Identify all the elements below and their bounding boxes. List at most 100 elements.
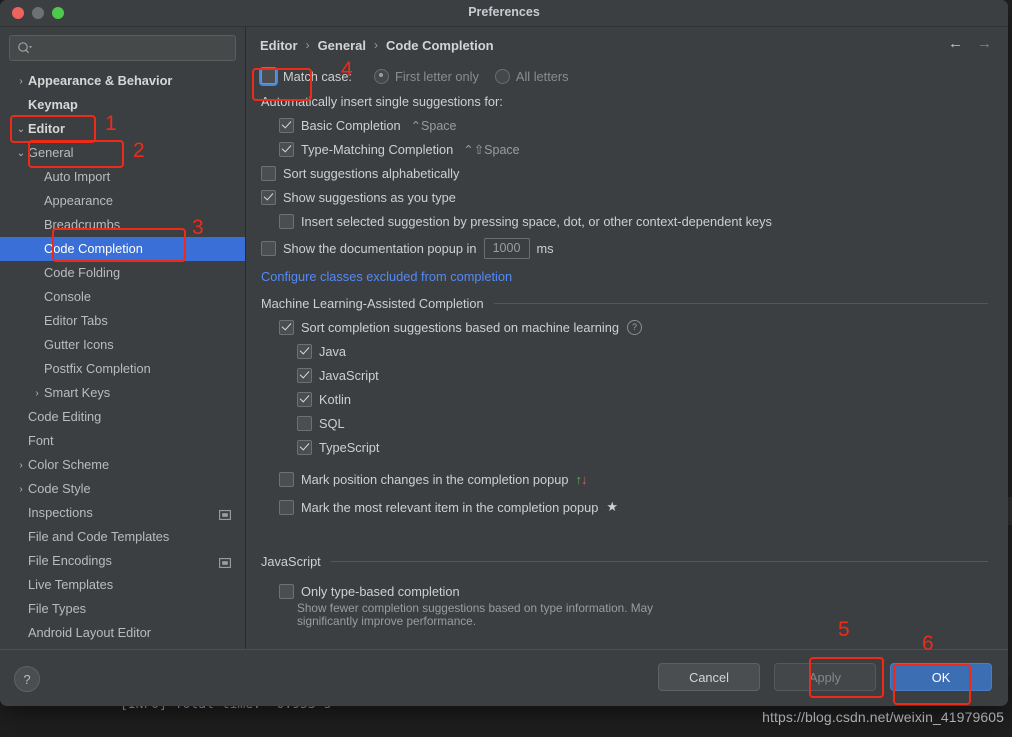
- sidebar-item-postfix-completion[interactable]: Postfix Completion: [0, 357, 245, 381]
- sidebar-item-smart-keys[interactable]: › Smart Keys: [0, 381, 245, 405]
- doc-popup-row[interactable]: Show the documentation popup in 1000 ms: [258, 233, 992, 263]
- first-letter-radio-group[interactable]: First letter only: [374, 68, 479, 84]
- ml-language-row-javascript[interactable]: JavaScript: [258, 363, 992, 387]
- sidebar-item-code-completion[interactable]: Code Completion: [0, 237, 245, 261]
- chevron-right-icon[interactable]: ›: [30, 388, 44, 399]
- sidebar-item-file-types[interactable]: File Types: [0, 597, 245, 621]
- sidebar-item-color-scheme[interactable]: › Color Scheme: [0, 453, 245, 477]
- sidebar-item-appearance[interactable]: Appearance: [0, 189, 245, 213]
- search-input[interactable]: [9, 35, 236, 61]
- sidebar-item-label: File Types: [28, 600, 87, 616]
- breadcrumb-general[interactable]: General: [318, 38, 366, 53]
- mark-position-checkbox[interactable]: [279, 471, 294, 487]
- configure-excluded-classes-link[interactable]: Configure classes excluded from completi…: [261, 269, 512, 284]
- search-icon: [18, 42, 32, 54]
- sidebar-item-editor-tabs[interactable]: Editor Tabs: [0, 309, 245, 333]
- match-case-row[interactable]: Match case: First letter only All letter…: [258, 63, 992, 89]
- ml-language-checkbox-javascript[interactable]: [297, 367, 312, 383]
- help-button[interactable]: ?: [14, 666, 40, 692]
- sidebar-item-live-templates[interactable]: Live Templates: [0, 573, 245, 597]
- sidebar-item-label: File Encodings: [28, 552, 112, 568]
- sort-alphabetically-checkbox[interactable]: [261, 165, 276, 181]
- ml-language-row-typescript[interactable]: TypeScript: [258, 435, 992, 459]
- sidebar-item-label: Console: [44, 288, 91, 304]
- sidebar-item-label: Keymap: [28, 96, 78, 112]
- chevron-right-icon[interactable]: ›: [14, 460, 28, 471]
- match-case-label: Match case:: [283, 68, 352, 84]
- ml-language-row-sql[interactable]: SQL: [258, 411, 992, 435]
- sidebar-item-breadcrumbs[interactable]: Breadcrumbs: [0, 213, 245, 237]
- chevron-right-icon[interactable]: ›: [14, 76, 28, 87]
- down-arrow-icon: ↓: [580, 471, 588, 487]
- chevron-down-icon[interactable]: ⌄: [14, 148, 28, 159]
- watermark: https://blog.csdn.net/weixin_41979605: [762, 709, 1004, 725]
- type-matching-completion-checkbox[interactable]: [279, 141, 294, 157]
- forward-arrow-icon[interactable]: →: [977, 35, 992, 52]
- sidebar-item-android-layout-editor[interactable]: Android Layout Editor: [0, 621, 245, 645]
- mark-relevant-checkbox[interactable]: [279, 499, 294, 515]
- ml-language-checkbox-sql[interactable]: [297, 415, 312, 431]
- insert-selected-checkbox[interactable]: [279, 213, 294, 229]
- sidebar-item-label: General: [28, 144, 74, 160]
- sidebar-item-console[interactable]: Console: [0, 285, 245, 309]
- doc-popup-label-after: ms: [536, 240, 554, 256]
- first-letter-only-radio[interactable]: [374, 68, 389, 84]
- window-title: Preferences: [468, 5, 540, 19]
- basic-completion-checkbox[interactable]: [279, 117, 294, 133]
- breadcrumb-editor[interactable]: Editor: [260, 38, 298, 53]
- back-arrow-icon[interactable]: ←: [948, 35, 963, 52]
- chevron-down-icon[interactable]: ⌄: [14, 124, 28, 135]
- sidebar-item-code-folding[interactable]: Code Folding: [0, 261, 245, 285]
- sidebar-item-code-editing[interactable]: Code Editing: [0, 405, 245, 429]
- sidebar-item-label: Appearance & Behavior: [28, 72, 173, 88]
- ml-language-checkbox-kotlin[interactable]: [297, 391, 312, 407]
- sidebar-item-label: Auto Import: [44, 168, 111, 184]
- sidebar-item-inspections[interactable]: Inspections: [0, 501, 245, 525]
- ml-language-row-java[interactable]: Java: [258, 339, 992, 363]
- insert-selected-row[interactable]: Insert selected suggestion by pressing s…: [258, 209, 992, 233]
- all-letters-radio[interactable]: [494, 68, 510, 84]
- sort-alphabetically-row[interactable]: Sort suggestions alphabetically: [258, 161, 992, 185]
- show-as-you-type-checkbox[interactable]: [261, 189, 276, 205]
- sidebar-item-gutter-icons[interactable]: Gutter Icons: [0, 333, 245, 357]
- show-as-you-type-row[interactable]: Show suggestions as you type: [258, 185, 992, 209]
- match-case-checkbox[interactable]: [261, 68, 276, 84]
- ml-language-checkbox-java[interactable]: [297, 343, 312, 359]
- basic-completion-row[interactable]: Basic Completion ⌃Space: [258, 113, 992, 137]
- ml-section-divider: [493, 302, 988, 304]
- star-icon: ★: [606, 499, 618, 514]
- footer-buttons: Cancel Apply OK: [658, 663, 992, 691]
- ok-button[interactable]: OK: [890, 663, 992, 691]
- only-type-based-row[interactable]: Only type-based completion: [258, 579, 992, 603]
- exclude-link-row[interactable]: Configure classes excluded from completi…: [258, 263, 992, 289]
- sidebar-item-keymap[interactable]: Keymap: [0, 93, 245, 117]
- sort-ml-row[interactable]: Sort completion suggestions based on mac…: [258, 315, 992, 339]
- only-type-based-checkbox[interactable]: [279, 583, 294, 599]
- all-letters-radio-group[interactable]: All letters: [494, 68, 569, 84]
- js-section-header: JavaScript: [258, 549, 992, 573]
- mark-relevant-row[interactable]: Mark the most relevant item in the compl…: [258, 495, 992, 519]
- type-matching-completion-row[interactable]: Type-Matching Completion ⌃⇧Space: [258, 137, 992, 161]
- sidebar-item-font[interactable]: Font: [0, 429, 245, 453]
- settings-tree[interactable]: › Appearance & Behavior Keymap ⌄ Editor ⌄ Gene…: [0, 67, 245, 669]
- sidebar-item-file-encodings[interactable]: File Encodings: [0, 549, 245, 573]
- chevron-right-icon[interactable]: ›: [14, 484, 28, 495]
- ml-language-checkbox-typescript[interactable]: [297, 439, 312, 455]
- sidebar-item-code-style[interactable]: › Code Style: [0, 477, 245, 501]
- navigation-arrows[interactable]: ← →: [948, 35, 992, 52]
- ml-language-row-kotlin[interactable]: Kotlin: [258, 387, 992, 411]
- sidebar-item-general[interactable]: ⌄ General: [0, 141, 245, 165]
- sidebar-item-auto-import[interactable]: Auto Import: [0, 165, 245, 189]
- sidebar-item-label: Editor: [28, 120, 65, 136]
- doc-popup-delay-input[interactable]: 1000: [483, 237, 530, 259]
- sort-ml-checkbox[interactable]: [279, 319, 294, 335]
- help-icon[interactable]: ?: [627, 319, 642, 335]
- mark-position-row[interactable]: Mark position changes in the completion …: [258, 467, 992, 491]
- doc-popup-checkbox[interactable]: [261, 240, 276, 256]
- type-matching-completion-label: Type-Matching Completion: [301, 141, 454, 157]
- cancel-button[interactable]: Cancel: [658, 663, 760, 691]
- sidebar-item-appearance-behavior[interactable]: › Appearance & Behavior: [0, 69, 245, 93]
- sidebar-item-file-and-code-templates[interactable]: File and Code Templates: [0, 525, 245, 549]
- apply-button[interactable]: Apply: [774, 663, 876, 691]
- sidebar-item-editor[interactable]: ⌄ Editor: [0, 117, 245, 141]
